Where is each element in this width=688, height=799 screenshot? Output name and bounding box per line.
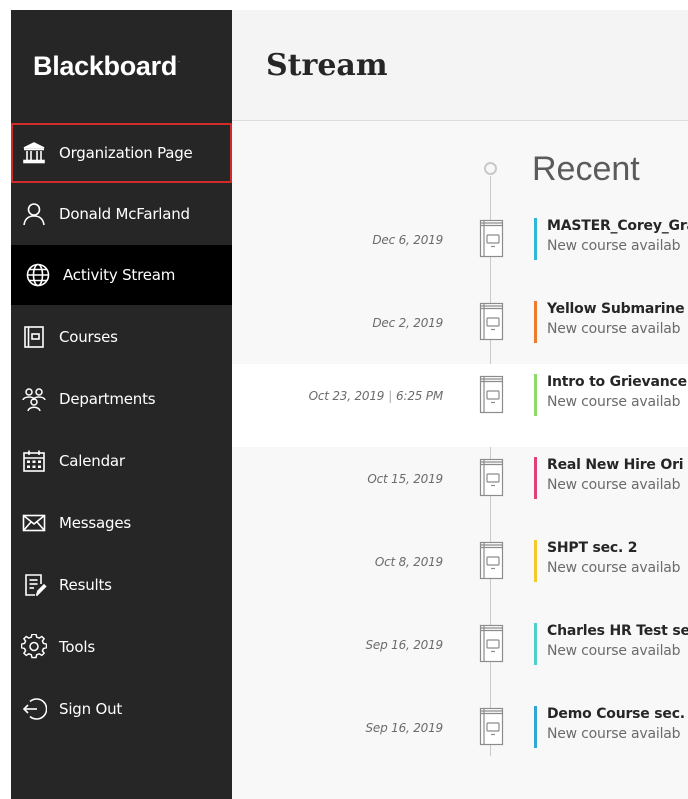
stream-item-title[interactable]: Demo Course sec. bbox=[547, 706, 685, 722]
stream-item-description: New course availab bbox=[547, 560, 681, 576]
course-color-accent bbox=[534, 540, 537, 582]
sidebar-item-activity-stream[interactable]: Activity Stream bbox=[11, 245, 232, 305]
course-color-accent bbox=[534, 218, 537, 260]
stream-item-title[interactable]: Charles HR Test se bbox=[547, 623, 688, 639]
sidebar-item-label: Organization Page bbox=[59, 144, 193, 162]
stream-item-description: New course availab bbox=[547, 477, 681, 493]
sidebar-item-organization-page[interactable]: Organization Page bbox=[11, 123, 232, 183]
page-header: Stream bbox=[232, 10, 688, 121]
stream-item-title[interactable]: Real New Hire Ori bbox=[547, 457, 684, 473]
app-frame: Blackboard. Organization Page Donald McF… bbox=[11, 10, 688, 799]
sidebar-item-label: Calendar bbox=[59, 452, 125, 470]
date-text: Dec 2, 2019 bbox=[372, 316, 443, 330]
stream-item-date: Sep 16, 2019 bbox=[365, 721, 444, 735]
stream-item-description: New course availab bbox=[547, 238, 681, 254]
course-color-accent bbox=[534, 374, 537, 416]
stream-item-date: Dec 6, 2019 bbox=[372, 233, 443, 247]
date-text: Dec 6, 2019 bbox=[372, 233, 443, 247]
stream-item[interactable]: Dec 2, 2019 Yellow Submarine New course av… bbox=[232, 291, 688, 374]
stream-item[interactable]: Oct 23, 2019 | 6:25 PM Intro to Grievance Ne… bbox=[232, 364, 688, 447]
course-book-icon bbox=[473, 457, 507, 499]
course-book-icon bbox=[473, 706, 507, 748]
course-book-icon bbox=[473, 374, 507, 416]
gear-icon bbox=[21, 634, 47, 660]
stream-item-date: Oct 15, 2019 bbox=[367, 472, 443, 486]
stream-item-date: Sep 16, 2019 bbox=[365, 638, 444, 652]
stream-item-description: New course availab bbox=[547, 321, 681, 337]
date-text: Sep 16, 2019 bbox=[365, 721, 444, 735]
timeline-start-marker bbox=[484, 162, 497, 175]
course-book-icon bbox=[473, 218, 507, 260]
date-text: Oct 23, 2019 bbox=[308, 389, 385, 403]
sidebar-item-label: Departments bbox=[59, 390, 156, 408]
time-text: 6:25 PM bbox=[396, 389, 443, 403]
courses-icon bbox=[21, 324, 47, 350]
sidebar-item-label: Results bbox=[59, 576, 112, 594]
sidebar-item-label: Sign Out bbox=[59, 700, 123, 718]
sidebar: Blackboard. Organization Page Donald McF… bbox=[11, 10, 232, 799]
stream-item-date: Dec 2, 2019 bbox=[372, 316, 443, 330]
sidebar-item-calendar[interactable]: Calendar bbox=[11, 431, 232, 491]
date-text: Sep 16, 2019 bbox=[365, 638, 444, 652]
stream-item-title[interactable]: Intro to Grievance bbox=[547, 374, 687, 390]
stream-item[interactable]: Sep 16, 2019 Demo Course sec. New course a… bbox=[232, 696, 688, 779]
course-book-icon bbox=[473, 540, 507, 582]
sign-out-icon bbox=[21, 696, 47, 722]
page-title: Stream bbox=[266, 47, 388, 83]
stream-item-description: New course availab bbox=[547, 726, 681, 742]
sidebar-item-results[interactable]: Results bbox=[11, 555, 232, 615]
stream-item[interactable]: Oct 15, 2019 Real New Hire Ori New course … bbox=[232, 447, 688, 530]
course-book-icon bbox=[473, 301, 507, 343]
sidebar-item-sign-out[interactable]: Sign Out bbox=[11, 679, 232, 739]
sidebar-item-tools[interactable]: Tools bbox=[11, 617, 232, 677]
sidebar-item-label: Tools bbox=[59, 638, 95, 656]
sidebar-item-courses[interactable]: Courses bbox=[11, 307, 232, 367]
globe-icon bbox=[25, 262, 51, 288]
stream-item-date: Oct 8, 2019 bbox=[375, 555, 443, 569]
sidebar-item-departments[interactable]: Departments bbox=[11, 369, 232, 429]
stream-item[interactable]: Oct 8, 2019 SHPT sec. 2 New course availab bbox=[232, 530, 688, 613]
date-text: Oct 15, 2019 bbox=[367, 472, 443, 486]
institution-icon bbox=[21, 140, 47, 166]
stream-item-description: New course availab bbox=[547, 643, 681, 659]
course-color-accent bbox=[534, 706, 537, 748]
date-text: Oct 8, 2019 bbox=[374, 555, 443, 569]
course-color-accent bbox=[534, 301, 537, 343]
sidebar-item-label: Courses bbox=[59, 328, 118, 346]
blackboard-logo[interactable]: Blackboard. bbox=[11, 10, 232, 123]
departments-icon bbox=[21, 386, 47, 412]
stream-item-title[interactable]: SHPT sec. 2 bbox=[547, 540, 638, 556]
stream-item[interactable]: Sep 16, 2019 Charles HR Test se New course… bbox=[232, 613, 688, 696]
envelope-icon bbox=[21, 510, 47, 536]
sidebar-item-profile[interactable]: Donald McFarland bbox=[11, 184, 232, 244]
results-icon bbox=[21, 572, 47, 598]
stream-item-date: Oct 23, 2019 | 6:25 PM bbox=[308, 389, 444, 403]
main-content: Stream Recent Dec 6, 2019 MASTER_Corey_Gr… bbox=[232, 10, 688, 799]
sidebar-item-messages[interactable]: Messages bbox=[11, 493, 232, 553]
date-separator: | bbox=[388, 389, 393, 403]
course-color-accent bbox=[534, 623, 537, 665]
sidebar-item-label: Activity Stream bbox=[63, 266, 176, 284]
stream-item-title[interactable]: MASTER_Corey_Gra bbox=[547, 218, 688, 234]
stream-item[interactable]: Dec 6, 2019 MASTER_Corey_Gra New course av… bbox=[232, 208, 688, 291]
course-color-accent bbox=[534, 457, 537, 499]
calendar-icon bbox=[21, 448, 47, 474]
stream-item-description: New course availab bbox=[547, 394, 681, 410]
course-book-icon bbox=[473, 623, 507, 665]
sidebar-item-label: Donald McFarland bbox=[59, 205, 190, 223]
user-icon bbox=[21, 201, 47, 227]
stream-item-title[interactable]: Yellow Submarine bbox=[547, 301, 685, 317]
sidebar-item-label: Messages bbox=[59, 514, 131, 532]
section-heading-recent: Recent bbox=[532, 150, 640, 188]
